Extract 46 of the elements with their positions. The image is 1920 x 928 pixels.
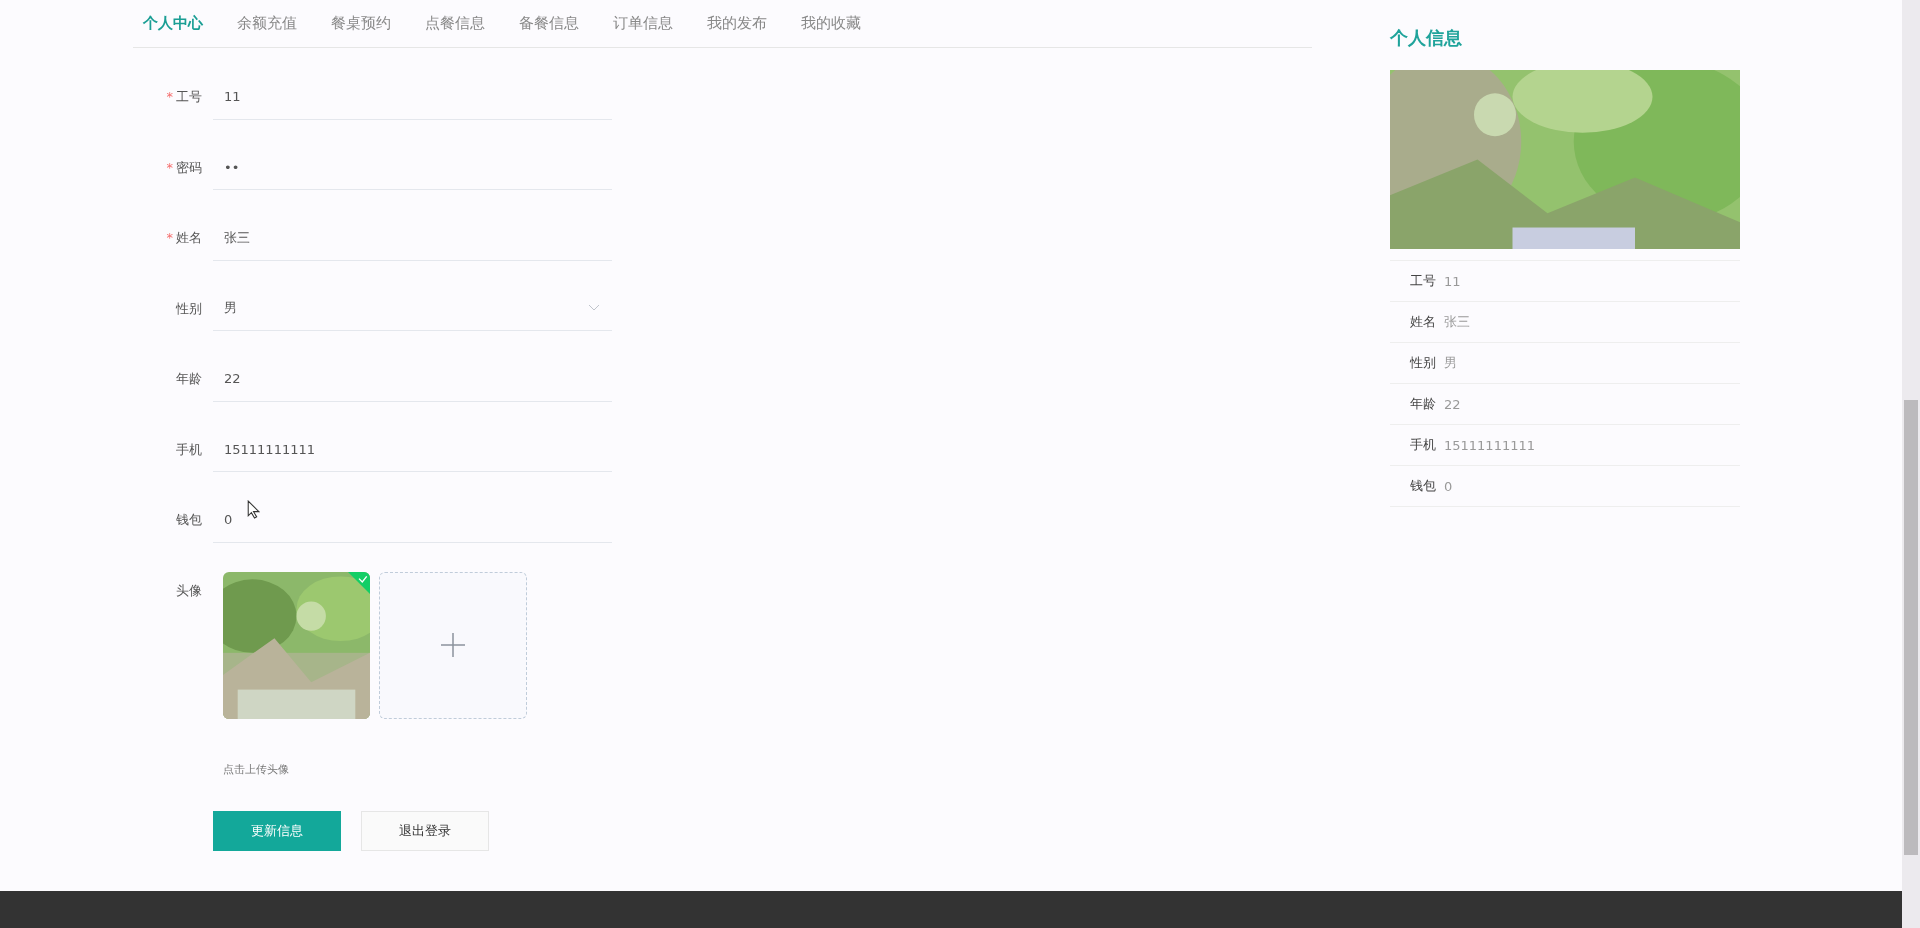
info-label: 年龄 — [1410, 395, 1436, 413]
input-field[interactable]: 11 — [213, 74, 612, 120]
nav-tab[interactable]: 订单信息 — [613, 14, 673, 33]
nav-tab[interactable]: 点餐信息 — [425, 14, 485, 33]
field-label: 头像 — [176, 582, 202, 598]
field-label: 姓名 — [176, 230, 202, 246]
nav-tab[interactable]: 我的收藏 — [801, 14, 861, 33]
required-mark: * — [166, 159, 173, 175]
input-field[interactable]: 张三 — [213, 215, 612, 261]
nav-tab[interactable]: 我的发布 — [707, 14, 767, 33]
required-mark: * — [166, 89, 173, 105]
info-label: 钱包 — [1410, 477, 1436, 495]
input-field[interactable]: 15111111111 — [213, 427, 612, 473]
scrollbar[interactable] — [1902, 0, 1920, 928]
info-value: 22 — [1444, 396, 1461, 412]
nav-tab[interactable]: 餐桌预约 — [331, 14, 391, 33]
field-label: 性别 — [176, 300, 202, 316]
info-value: 0 — [1444, 478, 1453, 494]
nav-tab[interactable]: 备餐信息 — [519, 14, 579, 33]
field-label: 手机 — [176, 441, 202, 457]
nav-tab[interactable]: 个人中心 — [143, 14, 203, 33]
input-field[interactable]: •• — [213, 145, 612, 191]
section-title: 个人信息 — [1390, 26, 1463, 50]
info-label: 性别 — [1410, 354, 1436, 372]
info-label: 姓名 — [1410, 313, 1436, 331]
select-field[interactable]: 男 — [213, 286, 612, 332]
info-label: 手机 — [1410, 436, 1436, 454]
info-value: 15111111111 — [1444, 437, 1535, 453]
info-value: 11 — [1444, 273, 1461, 289]
info-value: 男 — [1444, 354, 1457, 372]
upload-hint: 点击上传头像 — [223, 761, 289, 777]
input-field[interactable]: 22 — [213, 356, 612, 402]
upload-box[interactable] — [379, 571, 527, 719]
field-label: 年龄 — [176, 371, 202, 387]
info-label: 工号 — [1410, 272, 1436, 290]
field-label: 钱包 — [176, 512, 202, 528]
required-mark: * — [166, 230, 173, 246]
cursor-icon — [247, 500, 260, 519]
info-value: 张三 — [1444, 313, 1470, 331]
update-button[interactable]: 更新信息 — [213, 810, 341, 851]
plus-icon — [441, 633, 465, 657]
field-label: 密码 — [176, 159, 202, 175]
logout-button[interactable]: 退出登录 — [361, 810, 489, 851]
field-label: 工号 — [176, 89, 202, 105]
nav-tab[interactable]: 余额充值 — [237, 14, 297, 33]
chevron-down-icon — [588, 304, 600, 313]
